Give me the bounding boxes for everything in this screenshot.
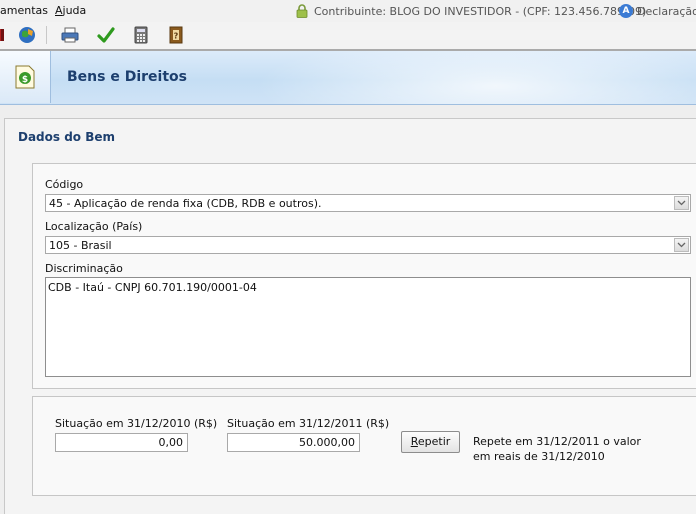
declaration-type-icon: A [619,4,633,18]
declaracao-status: A Declaração d [619,3,696,19]
repetir-label: epetir [417,435,451,448]
situacao-2010-input[interactable]: 0,00 [55,433,188,452]
codigo-value: 45 - Aplicação de renda fixa (CDB, RDB e… [49,197,322,210]
codigo-label: Código [45,178,84,191]
page-header: $ Bens e Direitos [0,51,696,105]
menu-ajuda-label: juda [62,4,87,17]
contribuinte-text: Contribuinte: BLOG DO INVESTIDOR - (CPF:… [314,4,647,18]
print-icon[interactable] [60,25,80,45]
repetir-hint-line-1: Repete em 31/12/2011 o valor [473,435,641,448]
page-title: Bens e Direitos [67,69,187,85]
declaracao-text: Declaração d [637,4,696,18]
dados-group: Código 45 - Aplicação de renda fixa (CDB… [32,163,696,389]
codigo-select[interactable]: 45 - Aplicação de renda fixa (CDB, RDB e… [45,194,691,212]
toolbar-separator [46,26,47,44]
menu-ajuda-mnemonic: A [55,4,63,17]
discriminacao-value: CDB - Itaú - CNPJ 60.701.190/0001-04 [48,281,257,294]
lock-icon [296,4,308,18]
localizacao-value: 105 - Brasil [49,239,112,252]
situacao-group: Situação em 31/12/2010 (R$) 0,00 Situaçã… [32,396,696,496]
discriminacao-label: Discriminação [45,262,123,275]
localizacao-label: Localização (País) [45,220,143,233]
chevron-down-icon[interactable] [674,238,689,252]
situacao-2011-label: Situação em 31/12/2011 (R$) [227,417,390,430]
situacao-2011-input[interactable]: 50.000,00 [227,433,360,452]
help-book-icon[interactable]: ? [166,25,186,45]
chevron-down-icon[interactable] [674,196,689,210]
menu-ferramentas-label: amentas [0,4,48,17]
repetir-hint: Repete em 31/12/2011 o valor em reais de… [473,434,663,464]
svg-text:$: $ [22,75,28,85]
globe-icon[interactable] [17,25,37,45]
contribuinte-status: Contribuinte: BLOG DO INVESTIDOR - (CPF:… [296,3,646,19]
repetir-hint-line-2: em reais de 31/12/2010 [473,450,605,463]
money-document-icon: $ [0,51,51,103]
header-decoration [236,51,696,104]
repetir-button[interactable]: Repetir [401,431,460,453]
discriminacao-textarea[interactable]: CDB - Itaú - CNPJ 60.701.190/0001-04 [45,277,691,377]
book-icon[interactable] [0,25,8,45]
content-panel: Dados do Bem Código 45 - Aplicação de re… [4,118,696,514]
calculator-icon[interactable] [131,25,151,45]
situacao-2010-label: Situação em 31/12/2010 (R$) [55,417,218,430]
menu-bar: amentas Ajuda Contribuinte: BLOG DO INVE… [0,0,696,23]
menu-ferramentas[interactable]: amentas [0,4,48,17]
svg-text:?: ? [174,32,179,41]
repetir-mnemonic: R [410,435,418,448]
menu-ajuda[interactable]: Ajuda [55,4,86,17]
localizacao-select[interactable]: 105 - Brasil [45,236,691,254]
check-icon[interactable] [96,25,116,45]
section-title: Dados do Bem [18,130,116,144]
toolbar: ? [0,22,696,51]
